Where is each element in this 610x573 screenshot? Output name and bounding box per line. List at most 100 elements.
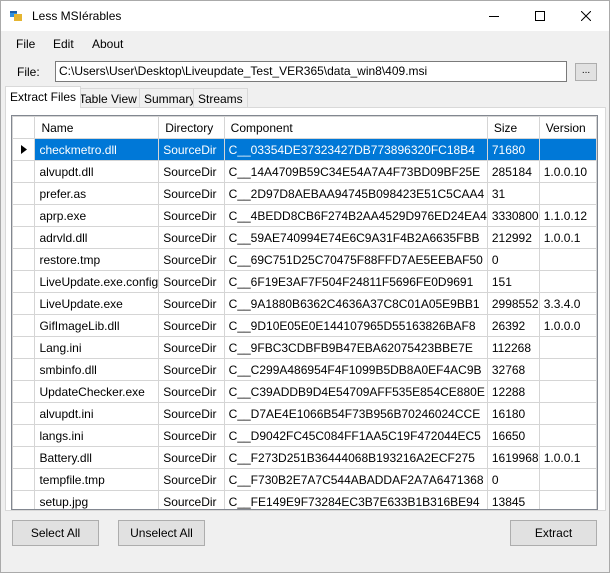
row-header[interactable] xyxy=(12,380,36,403)
cell-size[interactable]: 12288 xyxy=(486,380,540,403)
cell-version[interactable] xyxy=(538,402,597,425)
cell-size[interactable]: 212992 xyxy=(486,226,540,249)
cell-size[interactable]: 1619968 xyxy=(486,446,540,469)
table-row[interactable]: LiveUpdate.exe.config SourceDir C__6F19E3A… xyxy=(12,270,597,293)
cell-directory[interactable]: SourceDir xyxy=(158,424,225,447)
cell-version[interactable]: 1.0.0.10 xyxy=(538,160,597,183)
cell-directory[interactable]: SourceDir xyxy=(158,468,225,491)
cell-version[interactable]: 3.3.4.0 xyxy=(538,292,597,315)
cell-name[interactable]: LiveUpdate.exe xyxy=(34,292,160,315)
row-header[interactable] xyxy=(12,138,36,161)
cell-name[interactable]: LiveUpdate.exe.config xyxy=(34,270,160,293)
column-header-version[interactable]: Version xyxy=(538,116,597,139)
cell-component[interactable]: C__9A1880B6362C4636A37C8C01A05E9BB1 xyxy=(223,292,488,315)
browse-button[interactable]: ... xyxy=(575,63,597,81)
cell-size[interactable]: 151 xyxy=(486,270,540,293)
cell-directory[interactable]: SourceDir xyxy=(158,226,225,249)
table-row[interactable]: LiveUpdate.exe SourceDir C__9A1880B6362C46… xyxy=(12,292,597,315)
cell-component[interactable]: C__D7AE4E1066B54F73B956B70246024CCE xyxy=(223,402,488,425)
cell-name[interactable]: GifImageLib.dll xyxy=(34,314,160,337)
cell-size[interactable]: 285184 xyxy=(486,160,540,183)
row-header[interactable] xyxy=(12,490,36,509)
cell-name[interactable]: Lang.ini xyxy=(34,336,160,359)
cell-directory[interactable]: SourceDir xyxy=(158,446,225,469)
cell-directory[interactable]: SourceDir xyxy=(158,292,225,315)
cell-version[interactable]: 1.1.0.12 xyxy=(538,204,597,227)
cell-version[interactable] xyxy=(538,336,597,359)
column-header-component[interactable]: Component xyxy=(223,116,488,139)
cell-directory[interactable]: SourceDir xyxy=(158,270,225,293)
cell-name[interactable]: restore.tmp xyxy=(34,248,160,271)
table-row[interactable]: alvupdt.dll SourceDir C__14A4709B59C34E54A… xyxy=(12,160,597,183)
row-header[interactable] xyxy=(12,314,36,337)
cell-size[interactable]: 16650 xyxy=(486,424,540,447)
cell-size[interactable]: 16180 xyxy=(486,402,540,425)
select-all-button[interactable]: Select All xyxy=(12,520,99,546)
file-path-field[interactable]: C:\Users\User\Desktop\Liveupdate_Test_VE… xyxy=(55,61,567,82)
table-row[interactable]: smbinfo.dll SourceDir C__C299A486954F4F109… xyxy=(12,358,597,381)
cell-component[interactable]: C__9FBC3CDBFB9B47EBA62075423BBE7E xyxy=(223,336,488,359)
cell-directory[interactable]: SourceDir xyxy=(158,336,225,359)
row-header[interactable] xyxy=(12,226,36,249)
cell-name[interactable]: UpdateChecker.exe xyxy=(34,380,160,403)
extract-button[interactable]: Extract xyxy=(510,520,597,546)
cell-directory[interactable]: SourceDir xyxy=(158,138,225,161)
cell-directory[interactable]: SourceDir xyxy=(158,314,225,337)
table-row[interactable]: Battery.dll SourceDir C__F273D251B36444068… xyxy=(12,446,597,469)
row-header[interactable] xyxy=(12,270,36,293)
cell-version[interactable] xyxy=(538,248,597,271)
cell-directory[interactable]: SourceDir xyxy=(158,490,225,509)
cell-size[interactable]: 71680 xyxy=(486,138,540,161)
cell-component[interactable]: C__F730B2E7A7C544ABADDAF2A7A6471368 xyxy=(223,468,488,491)
cell-name[interactable]: adrvld.dll xyxy=(34,226,160,249)
cell-size[interactable]: 26392 xyxy=(486,314,540,337)
cell-component[interactable]: C__4BEDD8CB6F274B2AA4529D976ED24EA4 xyxy=(223,204,488,227)
cell-name[interactable]: Battery.dll xyxy=(34,446,160,469)
menu-about[interactable]: About xyxy=(92,37,123,51)
row-header[interactable] xyxy=(12,292,36,315)
column-header-directory[interactable]: Directory xyxy=(158,116,225,139)
cell-component[interactable]: C__D9042FC45C084FF1AA5C19F472044EC5 xyxy=(223,424,488,447)
tab-table-view[interactable]: Table View xyxy=(74,88,142,108)
table-row[interactable]: UpdateChecker.exe SourceDir C__C39ADDB9D4E… xyxy=(12,380,597,403)
cell-directory[interactable]: SourceDir xyxy=(158,380,225,403)
cell-component[interactable]: C__69C751D25C70475F88FFD7AE5EEBAF50 xyxy=(223,248,488,271)
cell-component[interactable]: C__9D10E05E0E144107965D55163826BAF8 xyxy=(223,314,488,337)
table-row[interactable]: setup.jpg SourceDir C__FE149E9F73284EC3B7E… xyxy=(12,490,597,509)
row-header[interactable] xyxy=(12,248,36,271)
row-header[interactable] xyxy=(12,446,36,469)
cell-name[interactable]: langs.ini xyxy=(34,424,160,447)
menu-file[interactable]: File xyxy=(16,37,35,51)
row-header[interactable] xyxy=(12,402,36,425)
cell-name[interactable]: alvupdt.ini xyxy=(34,402,160,425)
cell-directory[interactable]: SourceDir xyxy=(158,204,225,227)
cell-version[interactable] xyxy=(538,380,597,403)
cell-size[interactable]: 2998552 xyxy=(486,292,540,315)
cell-name[interactable]: checkmetro.dll xyxy=(34,138,160,161)
cell-name[interactable]: tempfile.tmp xyxy=(34,468,160,491)
table-row[interactable]: checkmetro.dll SourceDir C__03354DE3732342… xyxy=(12,138,597,161)
cell-size[interactable]: 3330800 xyxy=(486,204,540,227)
cell-name[interactable]: alvupdt.dll xyxy=(34,160,160,183)
table-row[interactable]: tempfile.tmp SourceDir C__F730B2E7A7C544AB… xyxy=(12,468,597,491)
row-header[interactable] xyxy=(12,336,36,359)
tab-streams[interactable]: Streams xyxy=(193,88,248,108)
cell-version[interactable]: 1.0.0.1 xyxy=(538,226,597,249)
cell-name[interactable]: aprp.exe xyxy=(34,204,160,227)
row-header[interactable] xyxy=(12,424,36,447)
cell-component[interactable]: C__59AE740994E74E6C9A31F4B2A6635FBB xyxy=(223,226,488,249)
menu-edit[interactable]: Edit xyxy=(53,37,74,51)
cell-size[interactable]: 112268 xyxy=(486,336,540,359)
cell-name[interactable]: smbinfo.dll xyxy=(34,358,160,381)
column-header-size[interactable]: Size xyxy=(486,116,540,139)
row-header[interactable] xyxy=(12,204,36,227)
cell-directory[interactable]: SourceDir xyxy=(158,358,225,381)
row-header[interactable] xyxy=(12,468,36,491)
cell-size[interactable]: 31 xyxy=(486,182,540,205)
cell-name[interactable]: prefer.as xyxy=(34,182,160,205)
cell-version[interactable] xyxy=(538,424,597,447)
table-row[interactable]: restore.tmp SourceDir C__69C751D25C70475F8… xyxy=(12,248,597,271)
cell-name[interactable]: setup.jpg xyxy=(34,490,160,509)
cell-component[interactable]: C__2D97D8AEBAA94745B098423E51C5CAA4 xyxy=(223,182,488,205)
table-row[interactable]: alvupdt.ini SourceDir C__D7AE4E1066B54F73B… xyxy=(12,402,597,425)
